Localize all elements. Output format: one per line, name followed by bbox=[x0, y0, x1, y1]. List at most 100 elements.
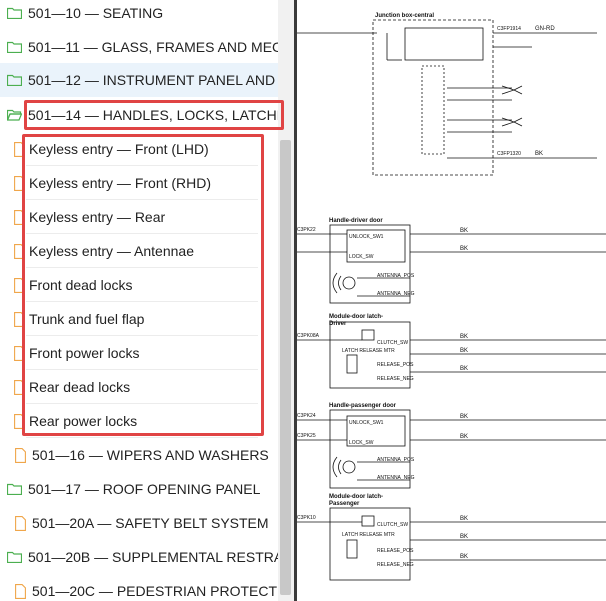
document-icon bbox=[15, 583, 26, 599]
tree-folder[interactable]: 501—11 — GLASS, FRAMES AND MECH bbox=[0, 30, 278, 64]
folder-icon bbox=[7, 41, 22, 53]
tree-item-label: 501—20C — PEDESTRIAN PROTECTION bbox=[32, 583, 278, 599]
wire-color-label: BK bbox=[460, 228, 468, 234]
tree-folder[interactable]: 501—12 — INSTRUMENT PANEL AND C bbox=[0, 63, 278, 97]
tree-child-item[interactable]: Rear power locks bbox=[0, 404, 278, 438]
tree-document[interactable]: 501—20C — PEDESTRIAN PROTECTION bbox=[0, 574, 278, 601]
folder-icon bbox=[7, 483, 22, 495]
wire-color-label: BK bbox=[460, 434, 468, 440]
tree-child-item[interactable]: Trunk and fuel flap bbox=[0, 302, 278, 336]
document-icon bbox=[14, 379, 25, 395]
document-icon bbox=[14, 413, 25, 429]
pin-label: LOCK_SW bbox=[349, 254, 374, 260]
wire-color-label: BK bbox=[460, 246, 468, 252]
tree-folder[interactable]: 501—17 — ROOF OPENING PANEL bbox=[0, 472, 278, 506]
pin-label: RELEASE_NEG bbox=[377, 562, 414, 568]
document-icon bbox=[14, 243, 25, 259]
wire-color-label: BK bbox=[460, 366, 468, 372]
wire-color-label: BK bbox=[460, 334, 468, 340]
wire-color-label: GN-RD bbox=[535, 26, 555, 32]
connector-label: C3PK10 bbox=[297, 515, 316, 521]
pin-label: RELEASE_NEG bbox=[377, 376, 414, 382]
tree-item-label: Keyless entry — Front (LHD) bbox=[29, 141, 209, 157]
tree-item-label: Keyless entry — Antennae bbox=[29, 243, 194, 259]
pin-label: LATCH RELEASE MTR bbox=[342, 532, 395, 538]
wire-color-label: BK bbox=[460, 534, 468, 540]
folder-icon bbox=[7, 7, 22, 19]
module-driver-subtitle: Driver bbox=[329, 321, 347, 327]
wire-color-label: BK bbox=[460, 554, 468, 560]
pin-label: ANTENNA_POS bbox=[377, 457, 415, 463]
document-icon bbox=[14, 277, 25, 293]
document-icon bbox=[15, 515, 26, 531]
connector-label: C3PK08A bbox=[297, 333, 320, 339]
tree-child-item[interactable]: Keyless entry — Front (LHD) bbox=[0, 132, 278, 166]
tree-folder[interactable]: 501—10 — SEATING bbox=[0, 0, 278, 30]
pin-label: LOCK_SW bbox=[349, 440, 374, 446]
pin-label: UNLOCK_SW1 bbox=[349, 420, 384, 426]
tree-item-label: Keyless entry — Rear bbox=[29, 209, 166, 225]
document-icon bbox=[14, 141, 25, 157]
module-passenger-subtitle: Passenger bbox=[329, 501, 360, 507]
module-driver-title: Module-door latch- bbox=[329, 314, 383, 320]
connector-label: C3PK22 bbox=[297, 227, 316, 233]
tree-item-label: 501—14 — HANDLES, LOCKS, LATCHES bbox=[28, 107, 278, 123]
document-icon bbox=[14, 345, 25, 361]
tree-scrollbar-thumb[interactable] bbox=[280, 140, 291, 595]
pin-label: CLUTCH_SW bbox=[377, 522, 408, 528]
pin-label: ANTENNA_NEG bbox=[377, 475, 415, 481]
tree-item-label: 501—11 — GLASS, FRAMES AND MECH bbox=[28, 39, 278, 55]
tree-item-label: 501—16 — WIPERS AND WASHERS bbox=[32, 447, 269, 463]
tree-item-label: 501—12 — INSTRUMENT PANEL AND C bbox=[28, 72, 278, 88]
wire-color-label: BK bbox=[460, 414, 468, 420]
tree-item-label: Front dead locks bbox=[29, 277, 133, 293]
pin-label: RELEASE_POS bbox=[377, 362, 414, 368]
wiring-diagram-view[interactable]: Junction box-central C3FP1914 GN-RD C3FP… bbox=[297, 0, 606, 601]
tree-folder[interactable]: 501—20B — SUPPLEMENTAL RESTRAIN bbox=[0, 540, 278, 574]
tree-item-label: 501—10 — SEATING bbox=[28, 5, 164, 21]
pin-label: ANTENNA_POS bbox=[377, 273, 415, 279]
document-icon bbox=[14, 175, 25, 191]
wire-color-label: BK bbox=[460, 516, 468, 522]
tree-item-label: Rear dead locks bbox=[29, 379, 131, 395]
pin-label: CLUTCH_SW bbox=[377, 340, 408, 346]
folder-icon bbox=[7, 551, 22, 563]
tree-item-label: Front power locks bbox=[29, 345, 140, 361]
folder-icon bbox=[7, 74, 22, 86]
connector-label: C3FP1320 bbox=[497, 151, 521, 157]
wiring-diagram-svg: Junction box-central C3FP1914 GN-RD C3FP… bbox=[297, 13, 606, 581]
tree-child-item[interactable]: Front dead locks bbox=[0, 268, 278, 302]
pin-label: LATCH RELEASE MTR bbox=[342, 348, 395, 354]
tree-item-label: 501—20A — SAFETY BELT SYSTEM bbox=[32, 515, 269, 531]
connector-label: C3PK25 bbox=[297, 433, 316, 439]
tree-child-item[interactable]: Keyless entry — Rear bbox=[0, 200, 278, 234]
connector-label: C3FP1914 bbox=[497, 26, 521, 32]
folder-open-icon bbox=[7, 109, 22, 121]
junction-box-title: Junction box-central bbox=[375, 13, 434, 19]
connector-label: C3PK24 bbox=[297, 413, 316, 419]
tree-child-item[interactable]: Front power locks bbox=[0, 336, 278, 370]
tree-item-label: Keyless entry — Front (RHD) bbox=[29, 175, 212, 191]
tree-folder[interactable]: 501—14 — HANDLES, LOCKS, LATCHES bbox=[0, 98, 278, 132]
tree-item-label: Rear power locks bbox=[29, 413, 138, 429]
document-tree: 501—10 — SEATING 501—11 — GLASS, FRAMES A… bbox=[0, 0, 278, 601]
tree-item-label: 501—20B — SUPPLEMENTAL RESTRAIN bbox=[28, 549, 278, 565]
pin-label: UNLOCK_SW1 bbox=[349, 234, 384, 240]
pin-label: RELEASE_POS bbox=[377, 548, 414, 554]
handle-driver-title: Handle-driver door bbox=[329, 218, 383, 224]
document-icon bbox=[14, 209, 25, 225]
tree-item-label: Trunk and fuel flap bbox=[29, 311, 145, 327]
document-icon bbox=[14, 311, 25, 327]
pin-label: ANTENNA_NEG bbox=[377, 291, 415, 297]
wire-color-label: BK bbox=[460, 348, 468, 354]
tree-child-item[interactable]: Keyless entry — Antennae bbox=[0, 234, 278, 268]
tree-child-item[interactable]: Rear dead locks bbox=[0, 370, 278, 404]
wire-color-label: BK bbox=[535, 151, 543, 157]
tree-document[interactable]: 501—16 — WIPERS AND WASHERS bbox=[0, 438, 278, 472]
tree-child-item[interactable]: Keyless entry — Front (RHD) bbox=[0, 166, 278, 200]
tree-item-label: 501—17 — ROOF OPENING PANEL bbox=[28, 481, 261, 497]
tree-document[interactable]: 501—20A — SAFETY BELT SYSTEM bbox=[0, 506, 278, 540]
document-icon bbox=[15, 447, 26, 463]
module-passenger-title: Module-door latch- bbox=[329, 494, 383, 500]
handle-passenger-title: Handle-passenger door bbox=[329, 403, 397, 409]
